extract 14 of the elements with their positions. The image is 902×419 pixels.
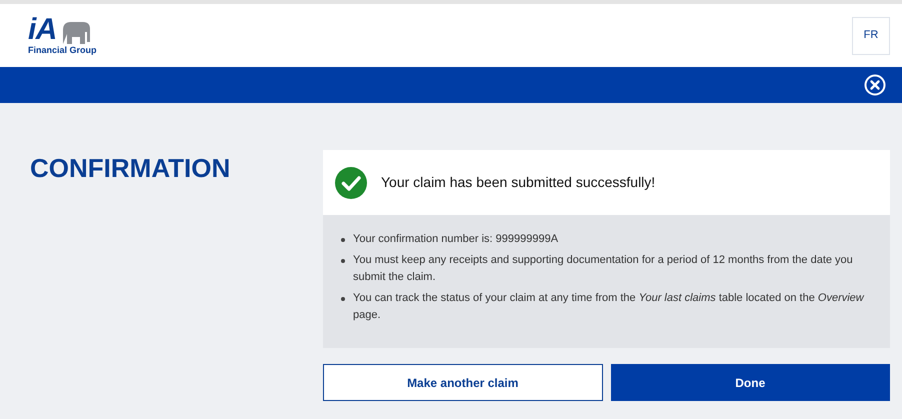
page-title: CONFIRMATION xyxy=(30,152,232,185)
detail-text: You can track the status of your claim at any time from the Your last claims table located on the Overview page. xyxy=(353,291,866,323)
language-button[interactable]: FR xyxy=(852,16,890,54)
success-message: Your claim has been submitted successfully! xyxy=(381,173,656,192)
done-button[interactable]: Done xyxy=(610,364,890,401)
bullet-icon xyxy=(341,297,345,301)
bullet-icon xyxy=(341,238,345,242)
detail-text: Your confirmation number is: 999999999A xyxy=(353,232,558,247)
logo: iA Financial Group xyxy=(28,16,97,56)
check-circle-icon xyxy=(335,166,367,198)
detail-text: You must keep any receipts and supporting documentation for a period of 12 months from the date you submit the claim. xyxy=(353,253,854,285)
close-icon[interactable] xyxy=(864,74,886,96)
bullet-icon xyxy=(341,259,345,263)
make-another-claim-button[interactable]: Make another claim xyxy=(323,364,602,401)
